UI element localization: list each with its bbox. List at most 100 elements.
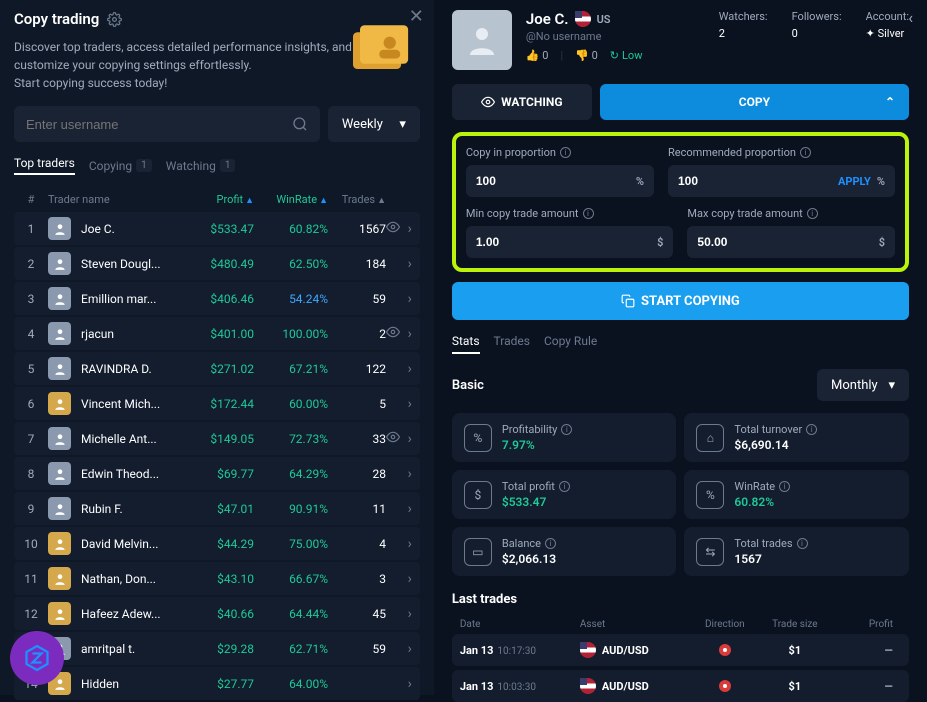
- info-icon[interactable]: i: [560, 147, 571, 158]
- dollar-icon: $: [464, 481, 492, 509]
- info-icon[interactable]: i: [559, 481, 570, 492]
- tab-top-traders[interactable]: Top traders: [14, 156, 75, 175]
- chevron-right-icon: ›: [408, 431, 412, 447]
- trade-row[interactable]: Jan 1310:03:30 AUD/USD $1 —: [452, 670, 909, 702]
- tab-watching[interactable]: Watching1: [166, 156, 236, 175]
- profit-value: $533.47: [188, 222, 254, 236]
- info-icon[interactable]: i: [797, 538, 808, 549]
- profit-value: $69.77: [188, 467, 254, 481]
- min-amount-input[interactable]: $: [466, 226, 674, 258]
- trader-row[interactable]: 3 Emillion mar... $406.46 54.24% 59 ›: [14, 282, 420, 315]
- winrate-value: 66.67%: [254, 572, 328, 586]
- watching-button[interactable]: WATCHING: [452, 84, 592, 120]
- avatar: [48, 287, 71, 310]
- trader-row[interactable]: 13 amritpal t. $29.28 62.71% 59 ›: [14, 632, 420, 665]
- direction-down-icon: [719, 680, 731, 692]
- copy-proportion-input[interactable]: %: [466, 165, 654, 197]
- trade-row[interactable]: Jan 1310:17:30 AUD/USD $1 —: [452, 634, 909, 666]
- avatar: [48, 322, 71, 345]
- avatar: [48, 357, 71, 380]
- monthly-dropdown[interactable]: Monthly▾: [817, 369, 909, 401]
- card-total-trades: ⇆Total tradesi1567: [684, 527, 909, 576]
- back-icon[interactable]: ‹: [908, 8, 913, 27]
- trader-row[interactable]: 4 rjacun $401.00 100.00% 2 ›: [14, 317, 420, 350]
- winrate-value: 62.71%: [254, 642, 328, 656]
- avatar: [48, 602, 71, 625]
- trader-name: Rubin F.: [81, 502, 123, 516]
- gear-icon[interactable]: [107, 12, 122, 27]
- trader-row[interactable]: 12 Hafeez Adew... $40.66 64.44% 45 ›: [14, 597, 420, 630]
- watching-icon: [386, 430, 400, 447]
- card-winrate: %WinRatei60.82%: [684, 470, 909, 519]
- col-profit[interactable]: Profit▲: [188, 193, 254, 206]
- info-icon[interactable]: i: [807, 208, 818, 219]
- upvote[interactable]: 👍 0: [526, 49, 549, 62]
- trader-row[interactable]: 11 Nathan, Don... $43.10 66.67% 3 ›: [14, 562, 420, 595]
- trader-row[interactable]: 1 Joe C. $533.47 60.82% 1567 ›: [14, 212, 420, 245]
- info-icon[interactable]: i: [806, 424, 817, 435]
- trader-name: Hafeez Adew...: [81, 607, 161, 621]
- trades-value: 5: [328, 397, 386, 411]
- subtab-trades[interactable]: Trades: [494, 334, 530, 354]
- sort-icon: ▲: [319, 196, 328, 206]
- trader-name: Michelle Ant...: [81, 432, 157, 446]
- flag-icon: [575, 11, 591, 27]
- sort-icon: ▲: [245, 196, 254, 206]
- chevron-right-icon: ›: [408, 571, 412, 587]
- copy-button[interactable]: COPY ⌃: [600, 84, 909, 120]
- period-dropdown[interactable]: Weekly ▾: [328, 106, 420, 142]
- trader-name: RAVINDRA D.: [81, 362, 152, 376]
- section-last-trades: Last trades: [452, 592, 909, 607]
- section-basic: Basic: [452, 378, 484, 393]
- trader-name: Hidden: [81, 677, 119, 691]
- recommended-proportion-input[interactable]: APPLY%: [668, 165, 895, 197]
- subtab-stats[interactable]: Stats: [452, 334, 480, 354]
- start-copying-button[interactable]: START COPYING: [452, 282, 909, 320]
- info-icon[interactable]: i: [800, 147, 811, 158]
- trader-row[interactable]: 2 Steven Dougl... $480.49 62.50% 184 ›: [14, 247, 420, 280]
- profit-value: $271.02: [188, 362, 254, 376]
- trader-row[interactable]: 14 Hidden $27.77 64.00% ›: [14, 667, 420, 700]
- subtab-copy-rule[interactable]: Copy Rule: [544, 334, 597, 354]
- wallet-icon: ▭: [464, 538, 492, 566]
- winrate-value: 100.00%: [254, 327, 328, 341]
- trades-value: 11: [328, 502, 386, 516]
- search-input[interactable]: [14, 106, 320, 142]
- downvote[interactable]: 👎 0: [575, 49, 598, 62]
- apply-button[interactable]: APPLY: [838, 175, 871, 188]
- trades-value: 122: [328, 362, 386, 376]
- avatar: [48, 462, 71, 485]
- info-icon[interactable]: i: [545, 538, 556, 549]
- info-icon[interactable]: i: [779, 481, 790, 492]
- eye-icon: [481, 95, 495, 109]
- trades-value: 184: [328, 257, 386, 271]
- trades-value: 1567: [328, 222, 386, 236]
- info-icon[interactable]: i: [583, 208, 594, 219]
- country-code: US: [597, 13, 611, 26]
- trader-name: Emillion mar...: [81, 292, 156, 306]
- info-icon[interactable]: i: [561, 424, 572, 435]
- trader-row[interactable]: 7 Michelle Ant... $149.05 72.73% 33 ›: [14, 422, 420, 455]
- trader-name: Steven Dougl...: [81, 257, 161, 271]
- profit-value: $40.66: [188, 607, 254, 621]
- col-trades[interactable]: Trades▲: [328, 193, 386, 206]
- brand-logo[interactable]: [10, 631, 64, 685]
- trader-row[interactable]: 5 RAVINDRA D. $271.02 67.21% 122 ›: [14, 352, 420, 385]
- trader-name: Vincent Mich...: [81, 397, 160, 411]
- profit-value: $401.00: [188, 327, 254, 341]
- trader-row[interactable]: 6 Vincent Mich... $172.44 60.00% 5 ›: [14, 387, 420, 420]
- col-winrate[interactable]: WinRate▲: [254, 193, 328, 206]
- winrate-value: 67.21%: [254, 362, 328, 376]
- trader-row[interactable]: 10 David Melvin... $44.29 75.00% 4 ›: [14, 527, 420, 560]
- profit-value: $43.10: [188, 572, 254, 586]
- chevron-up-icon: ⌃: [885, 95, 895, 109]
- chevron-right-icon: ›: [408, 641, 412, 657]
- max-amount-input[interactable]: $: [687, 226, 895, 258]
- trader-row[interactable]: 8 Edwin Theod... $69.77 64.29% 28 ›: [14, 457, 420, 490]
- card-total-profit: $Total profiti$533.47: [452, 470, 677, 519]
- trader-row[interactable]: 9 Rubin F. $47.01 90.91% 11 ›: [14, 492, 420, 525]
- copy-icon: [621, 294, 635, 308]
- card-balance: ▭Balancei$2,066.13: [452, 527, 677, 576]
- tab-copying[interactable]: Copying1: [89, 156, 152, 175]
- profile-avatar: [452, 10, 512, 70]
